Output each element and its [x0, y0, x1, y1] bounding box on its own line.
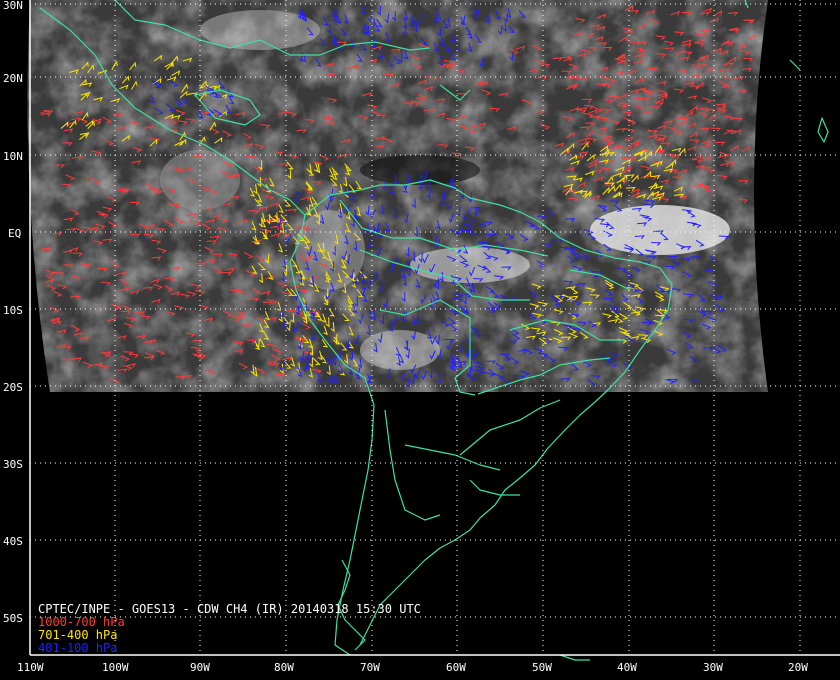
lon-label: 80W — [274, 661, 294, 674]
lat-label: 50S — [3, 612, 23, 625]
lat-label: 10N — [3, 150, 23, 163]
lat-label: 10S — [3, 304, 23, 317]
lon-label: 90W — [190, 661, 210, 674]
lon-label: 60W — [446, 661, 466, 674]
latitude-labels: 30N 20N 10N EQ 10S 20S 30S 40S 50S — [3, 0, 23, 625]
satellite-wind-map: 30N 20N 10N EQ 10S 20S 30S 40S 50S 110W … — [3, 0, 840, 674]
lon-label: 40W — [617, 661, 637, 674]
longitude-labels: 110W 100W 90W 80W 70W 60W 50W 40W 30W 20… — [17, 661, 808, 674]
lat-label: 30N — [3, 0, 23, 12]
lon-label: 100W — [102, 661, 129, 674]
lat-label: 20N — [3, 72, 23, 85]
lon-label: 70W — [360, 661, 380, 674]
lat-label: 30S — [3, 458, 23, 471]
legend-high-level: 401-100 hPa — [38, 641, 118, 655]
map-legend: CPTEC/INPE - GOES13 - CDW CH4 (IR) 20140… — [38, 603, 421, 655]
lat-label: EQ — [8, 227, 21, 240]
lon-label: 20W — [788, 661, 808, 674]
lon-label: 30W — [703, 661, 723, 674]
lon-label: 110W — [17, 661, 44, 674]
lat-label: 40S — [3, 535, 23, 548]
lon-label: 50W — [532, 661, 552, 674]
lat-label: 20S — [3, 381, 23, 394]
